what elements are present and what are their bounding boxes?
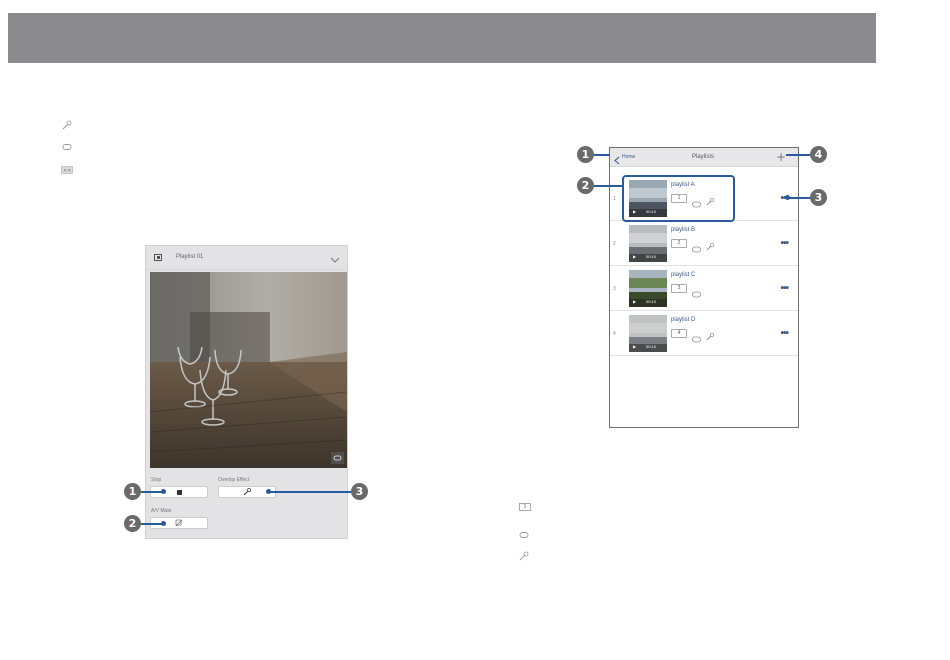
av-mute-icon: [175, 514, 183, 532]
callout-2-right: 2: [577, 177, 594, 194]
callout-2-leader: [141, 523, 163, 525]
selected-row-highlight: [622, 175, 735, 222]
playlist-name: playlist D: [671, 317, 696, 323]
playlist-header: Home Playlists +: [610, 148, 798, 167]
callout-4r-leader: [786, 154, 810, 156]
callout-3-left: 3: [351, 483, 368, 500]
playlist-duration: 00:10: [646, 254, 657, 259]
playlists-title: Playlists: [692, 154, 715, 160]
overlay-effect-icon: [243, 483, 251, 501]
av-mute-icon: ✕✕: [61, 166, 73, 176]
callout-3-leader: [268, 491, 352, 493]
player-title: Playlist 01: [176, 254, 204, 260]
callout-1-leader: [141, 491, 163, 493]
playlist-thumbnail: ▶ 00:10: [629, 270, 667, 307]
callout-2-left: 2: [124, 515, 141, 532]
overlay-effect-icon: [706, 328, 715, 346]
add-playlist-button[interactable]: +: [776, 151, 786, 163]
callout-3-right: 3: [810, 189, 827, 206]
svg-text:✕✕: ✕✕: [63, 168, 71, 174]
stop-icon: [176, 489, 182, 495]
playlist-count-badge: 3: [671, 284, 687, 293]
repeat-icon: [692, 240, 701, 258]
playlist-screen-icon: [154, 254, 162, 261]
player-panel: Playlist 01 Stop Overlay Effect A/V Mute: [145, 245, 348, 539]
callout-1-right: 1: [577, 146, 594, 163]
playlist-count-badge: 4: [671, 329, 687, 338]
playlist-index: 4: [613, 331, 616, 337]
av-mute-label: A/V Mute: [151, 508, 172, 514]
playlist-row[interactable]: 2 ▶ 00:10 playlist B 2 •••: [610, 221, 798, 266]
playlist-thumbnail: ▶ 00:10: [629, 315, 667, 352]
callout-4-right: 4: [810, 146, 827, 163]
callout-3r-leader: [787, 197, 811, 199]
playlist-row[interactable]: 4 ▶ 00:10 playlist D 4 •••: [610, 311, 798, 356]
chevron-down-icon[interactable]: [330, 251, 340, 269]
home-link[interactable]: Home: [622, 154, 635, 160]
playlist-name: playlist B: [671, 227, 696, 233]
playlist-index: 1: [613, 196, 616, 202]
more-options-button[interactable]: •••: [780, 238, 788, 249]
playlist-count-badge: 2: [671, 239, 687, 248]
play-icon: ▶: [633, 344, 637, 349]
player-title-row: Playlist 01: [146, 246, 347, 270]
play-icon: ▶: [633, 254, 637, 259]
repeat-icon: [62, 143, 72, 153]
callout-1-dot: [161, 489, 166, 494]
more-options-button[interactable]: •••: [780, 283, 788, 294]
callout-1r-leader: [594, 154, 610, 156]
playlist-index: 3: [613, 286, 616, 292]
player-preview-image: [150, 272, 347, 468]
overlay-effect-icon: [706, 238, 715, 256]
playlist-index: 2: [613, 241, 616, 247]
repeat-icon: [519, 526, 529, 544]
count-badge-icon: 1: [519, 503, 531, 511]
playlist-duration: 00:10: [646, 299, 657, 304]
callout-2-dot: [161, 521, 166, 526]
back-chevron-icon[interactable]: [614, 152, 620, 170]
callout-2r-leader: [594, 185, 623, 187]
repeat-icon: [692, 330, 701, 348]
repeat-icon: [692, 285, 701, 303]
stop-label: Stop: [151, 477, 162, 483]
playlist-duration: 00:10: [646, 344, 657, 349]
callout-1-left: 1: [124, 483, 141, 500]
overlay-effect-icon: [62, 120, 72, 132]
overlay-effect-icon: [519, 548, 529, 566]
playlist-name: playlist C: [671, 272, 696, 278]
playlist-thumbnail: ▶ 00:10: [629, 225, 667, 262]
more-options-button[interactable]: •••: [780, 328, 788, 339]
header-bar: [8, 13, 876, 63]
play-icon: ▶: [633, 299, 637, 304]
playlist-row[interactable]: 3 ▶ 00:10 playlist C 3 •••: [610, 266, 798, 311]
